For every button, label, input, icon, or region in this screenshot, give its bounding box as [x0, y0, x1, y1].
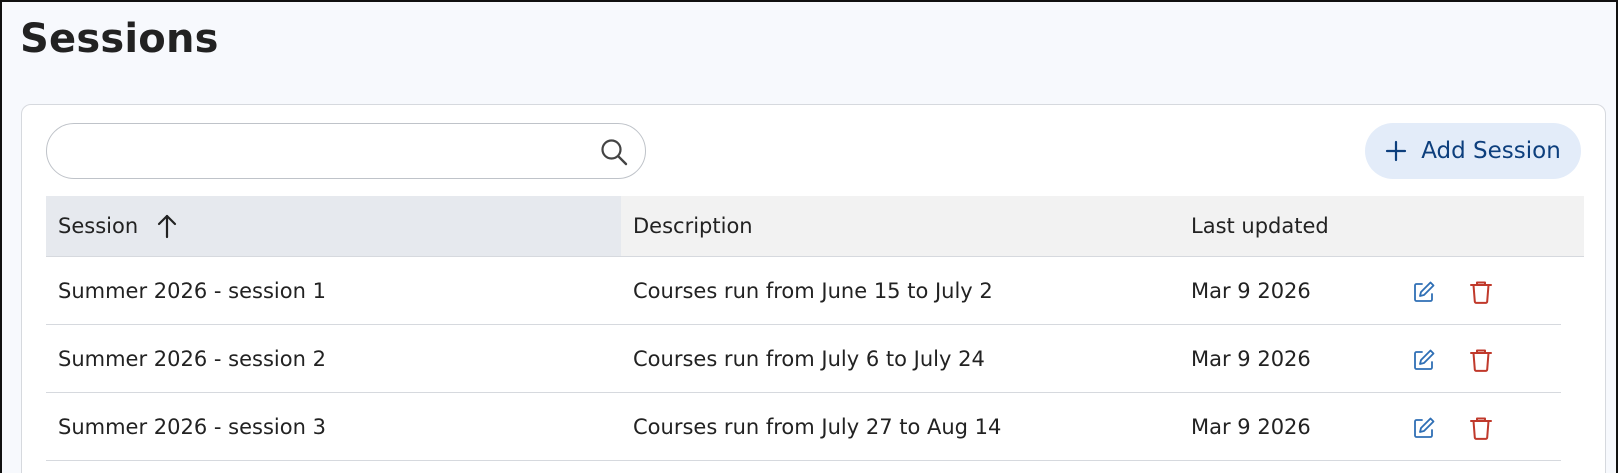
- session-description: Courses run from July 27 to Aug 14: [633, 415, 1002, 439]
- edit-icon[interactable]: [1411, 415, 1437, 441]
- page-title: Sessions: [20, 16, 219, 62]
- column-header-session[interactable]: Session: [46, 196, 621, 256]
- search-box[interactable]: [46, 123, 646, 179]
- search-icon[interactable]: [599, 137, 629, 167]
- table-row: Summer 2026 - session 3 Courses run from…: [46, 393, 1561, 461]
- column-header-label: Last updated: [1191, 214, 1329, 238]
- sessions-table: Session Description Last updated Summer …: [46, 196, 1584, 461]
- session-name: Summer 2026 - session 1: [58, 279, 326, 303]
- add-session-label: Add Session: [1421, 138, 1561, 164]
- trash-icon[interactable]: [1468, 415, 1494, 441]
- column-header-label: Description: [633, 214, 753, 238]
- session-last-updated: Mar 9 2026: [1191, 347, 1311, 371]
- session-last-updated: Mar 9 2026: [1191, 415, 1311, 439]
- app-frame: Sessions Add Session Session Description…: [0, 0, 1618, 473]
- table-header: Session Description Last updated: [46, 196, 1584, 257]
- column-header-description[interactable]: Description: [621, 196, 753, 256]
- sessions-card: Add Session Session Description Last upd…: [21, 104, 1606, 473]
- table-row: Summer 2026 - session 2 Courses run from…: [46, 325, 1561, 393]
- session-last-updated: Mar 9 2026: [1191, 279, 1311, 303]
- column-header-last-updated[interactable]: Last updated: [1179, 196, 1329, 256]
- column-header-label: Session: [58, 214, 139, 238]
- add-session-button[interactable]: Add Session: [1365, 123, 1581, 179]
- edit-icon[interactable]: [1411, 279, 1437, 305]
- trash-icon[interactable]: [1468, 279, 1494, 305]
- session-name: Summer 2026 - session 3: [58, 415, 326, 439]
- session-name: Summer 2026 - session 2: [58, 347, 326, 371]
- edit-icon[interactable]: [1411, 347, 1437, 373]
- table-row: Summer 2026 - session 1 Courses run from…: [46, 257, 1561, 325]
- plus-icon: [1386, 140, 1407, 162]
- trash-icon[interactable]: [1468, 347, 1494, 373]
- session-description: Courses run from July 6 to July 24: [633, 347, 985, 371]
- session-description: Courses run from June 15 to July 2: [633, 279, 993, 303]
- search-input[interactable]: [63, 132, 583, 170]
- arrow-up-icon[interactable]: [156, 213, 178, 239]
